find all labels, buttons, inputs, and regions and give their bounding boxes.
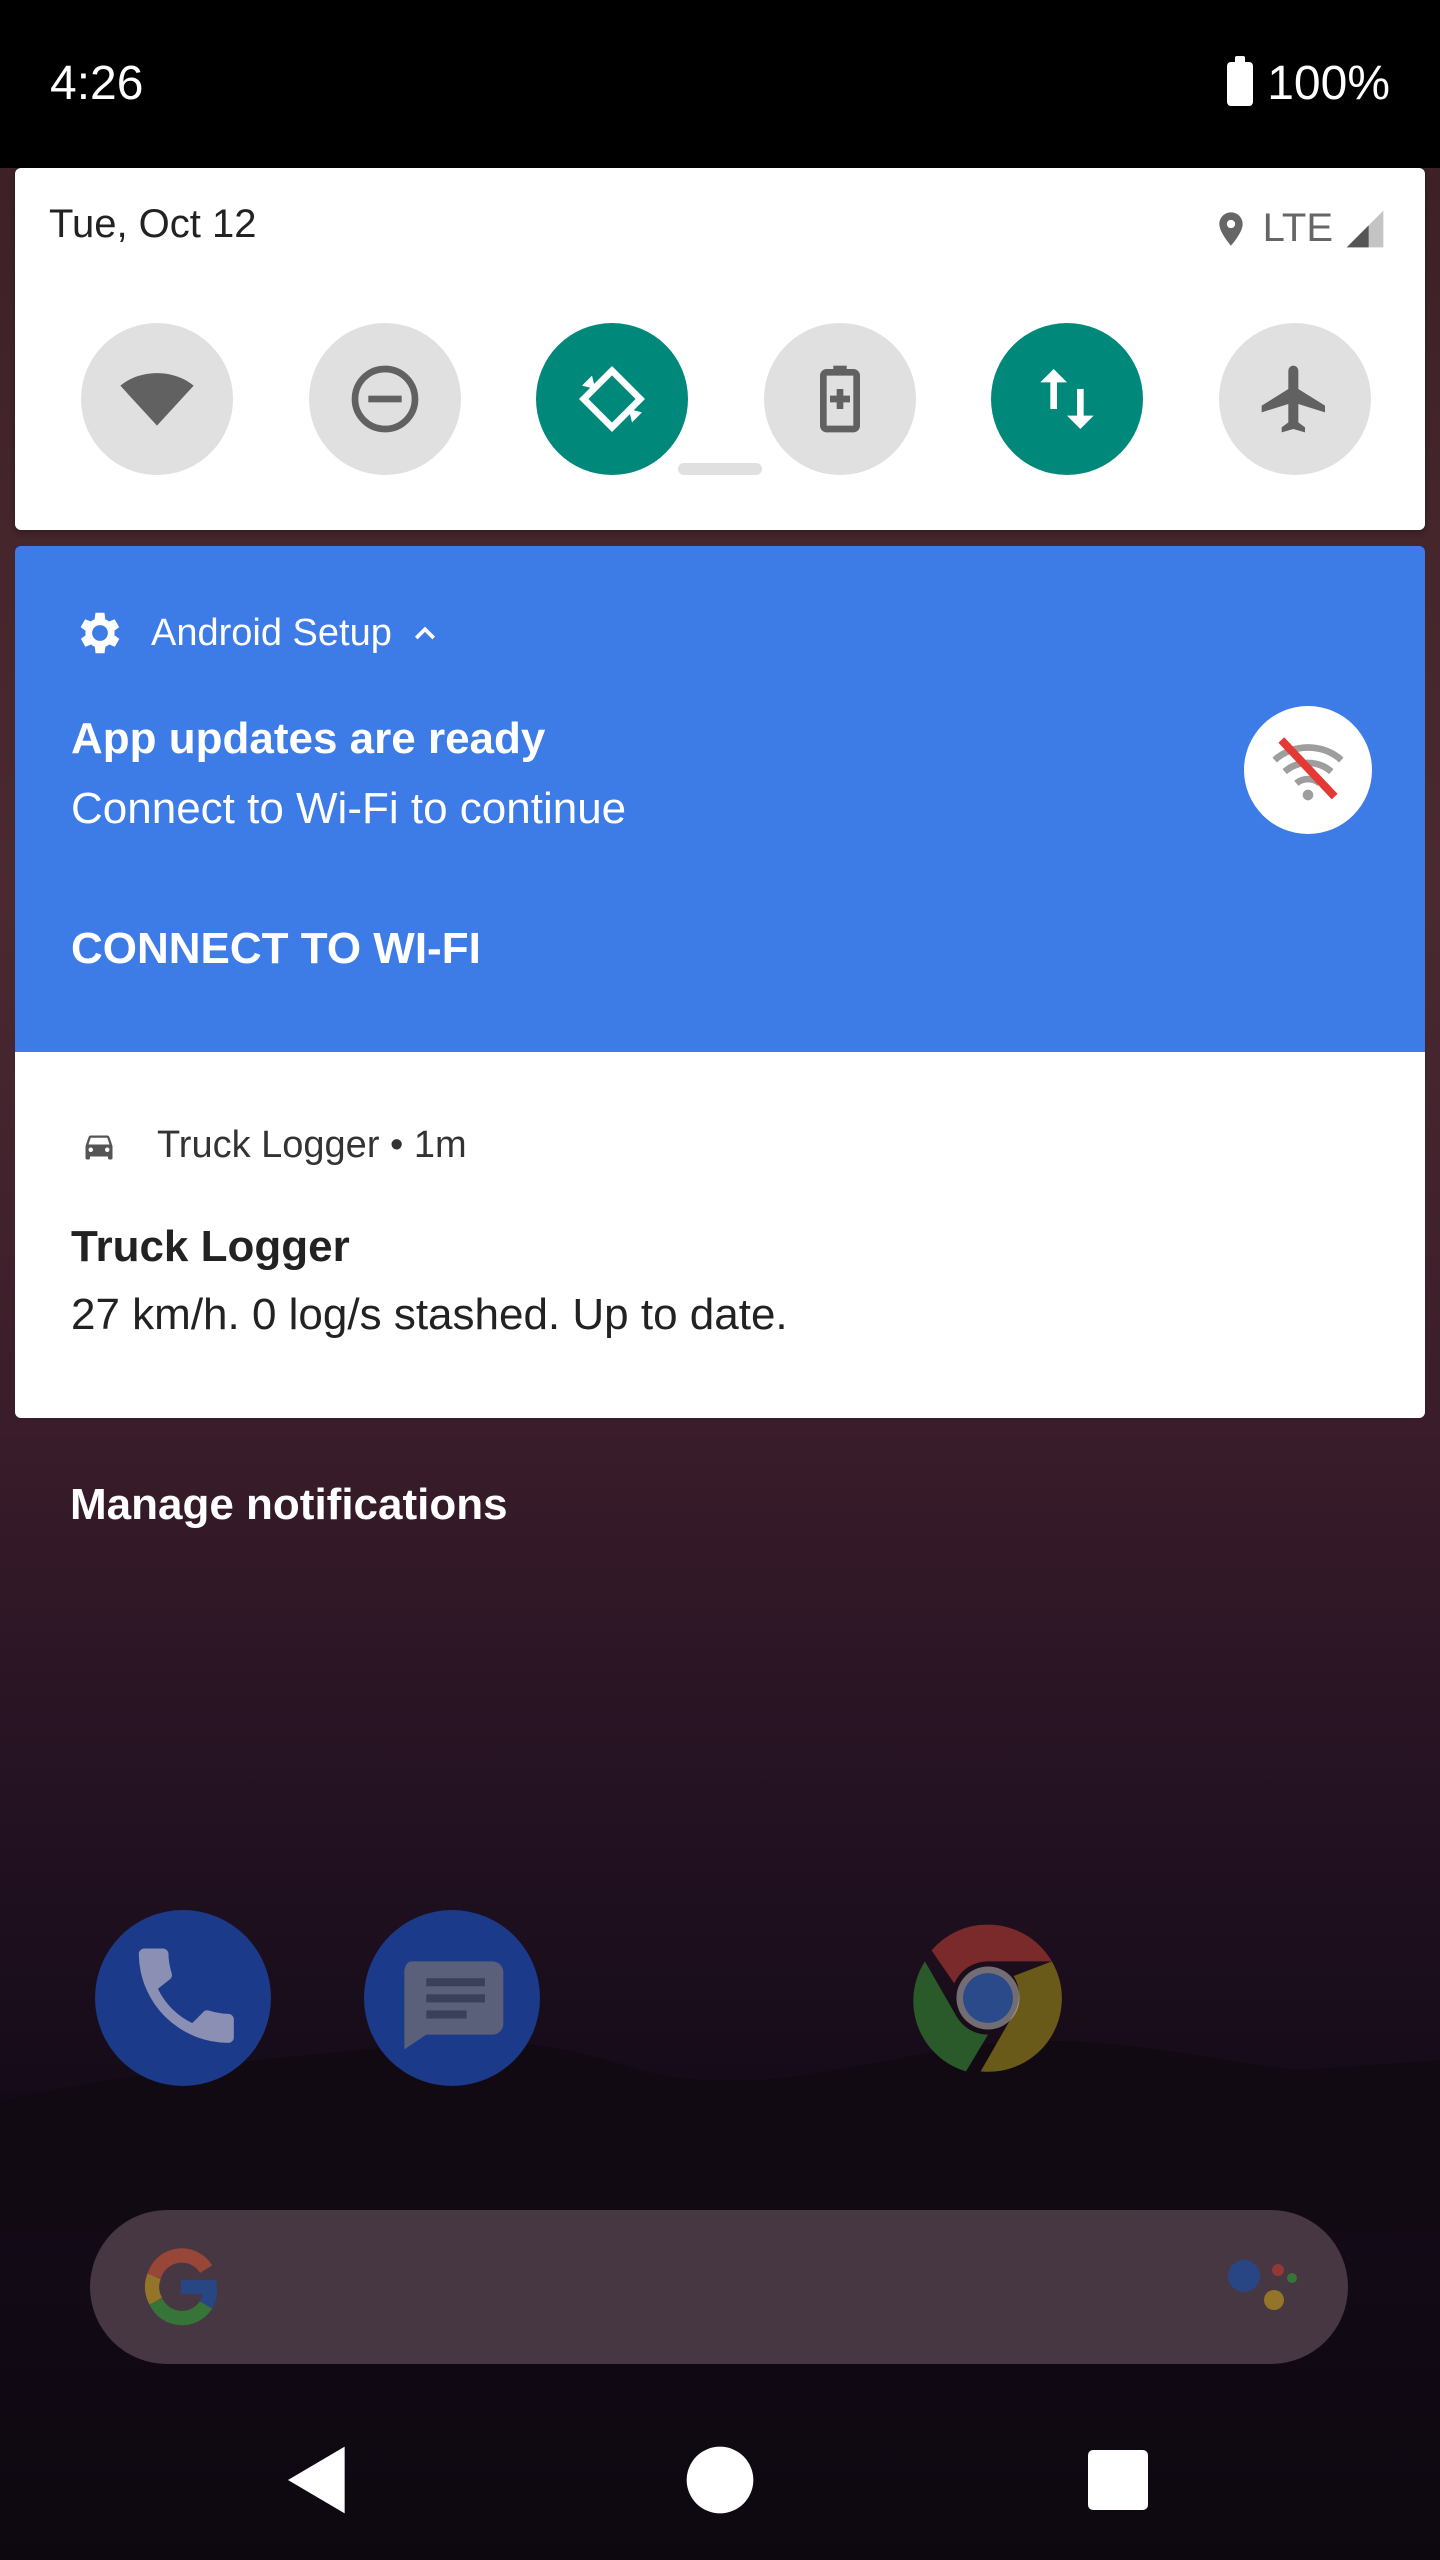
chrome-icon <box>913 1924 1062 2072</box>
phone-app-icon[interactable] <box>95 1910 271 2086</box>
messages-app-icon[interactable] <box>364 1910 540 2086</box>
notification-app-header: Truck Logger • 1m <box>157 1124 467 1166</box>
date-label[interactable]: Tue, Oct 12 <box>49 202 257 247</box>
quick-tiles <box>81 323 1371 475</box>
back-icon[interactable] <box>278 2440 358 2520</box>
network-type: LTE <box>1262 206 1333 250</box>
wifi-icon <box>120 373 194 426</box>
mobile-data-icon <box>1040 369 1095 429</box>
google-logo-icon <box>144 2248 218 2326</box>
do-not-disturb-icon <box>351 365 418 433</box>
assistant-icon[interactable] <box>1220 2252 1300 2322</box>
quick-settings-panel: Tue, Oct 12 LTE <box>15 168 1425 530</box>
tile-do-not-disturb[interactable] <box>308 323 461 475</box>
manage-notifications-button[interactable]: Manage notifications <box>70 1480 508 1530</box>
notification-truck-logger[interactable]: Truck Logger • 1m Truck Logger 27 km/h. … <box>15 1052 1425 1418</box>
navigation-bar <box>0 2400 1440 2560</box>
auto-rotate-icon <box>579 366 646 432</box>
chrome-app-icon[interactable] <box>900 1910 1076 2086</box>
battery-indicator: 100% <box>1227 55 1390 111</box>
cell-signal-icon <box>1346 210 1384 247</box>
notification-title: Truck Logger <box>71 1222 350 1271</box>
recents-icon[interactable] <box>1078 2440 1158 2520</box>
notification-text: 27 km/h. 0 log/s stashed. Up to date. <box>71 1290 788 1339</box>
clock: 4:26 <box>50 57 144 110</box>
home-icon[interactable] <box>680 2440 760 2520</box>
location-icon <box>1218 211 1243 246</box>
notification-text: Connect to Wi-Fi to continue <box>71 784 627 833</box>
notification-title: App updates are ready <box>71 714 546 763</box>
notification-header[interactable]: Android Setup <box>73 606 440 660</box>
car-icon <box>85 1135 113 1159</box>
google-search-bar[interactable] <box>90 2210 1348 2364</box>
wifi-off-icon <box>1272 737 1344 801</box>
phone-icon <box>138 1948 234 2043</box>
network-status: LTE <box>1211 206 1387 251</box>
tile-battery-saver[interactable] <box>763 323 916 475</box>
battery-saver-icon <box>819 365 860 433</box>
tile-airplane-mode[interactable] <box>1218 323 1371 475</box>
expand-handle[interactable] <box>678 463 762 475</box>
notification-header[interactable]: Truck Logger • 1m <box>81 1124 467 1167</box>
airplane-icon <box>1261 365 1325 433</box>
notification-android-setup[interactable]: Android Setup App updates are ready Conn… <box>15 546 1425 1052</box>
chevron-up-icon[interactable] <box>410 618 440 648</box>
gear-icon <box>80 612 120 654</box>
notification-app-name: Android Setup <box>151 611 392 654</box>
notification-large-icon <box>1244 706 1372 834</box>
battery-icon <box>1227 55 1254 106</box>
tile-auto-rotate[interactable] <box>536 323 689 475</box>
message-icon <box>404 1961 504 2050</box>
battery-level: 100% <box>1267 57 1390 110</box>
tile-wifi[interactable] <box>81 323 233 475</box>
tile-mobile-data[interactable] <box>991 323 1144 475</box>
status-bar: 4:26 100% <box>0 0 1440 168</box>
connect-wifi-button[interactable]: CONNECT TO WI-FI <box>71 924 481 974</box>
